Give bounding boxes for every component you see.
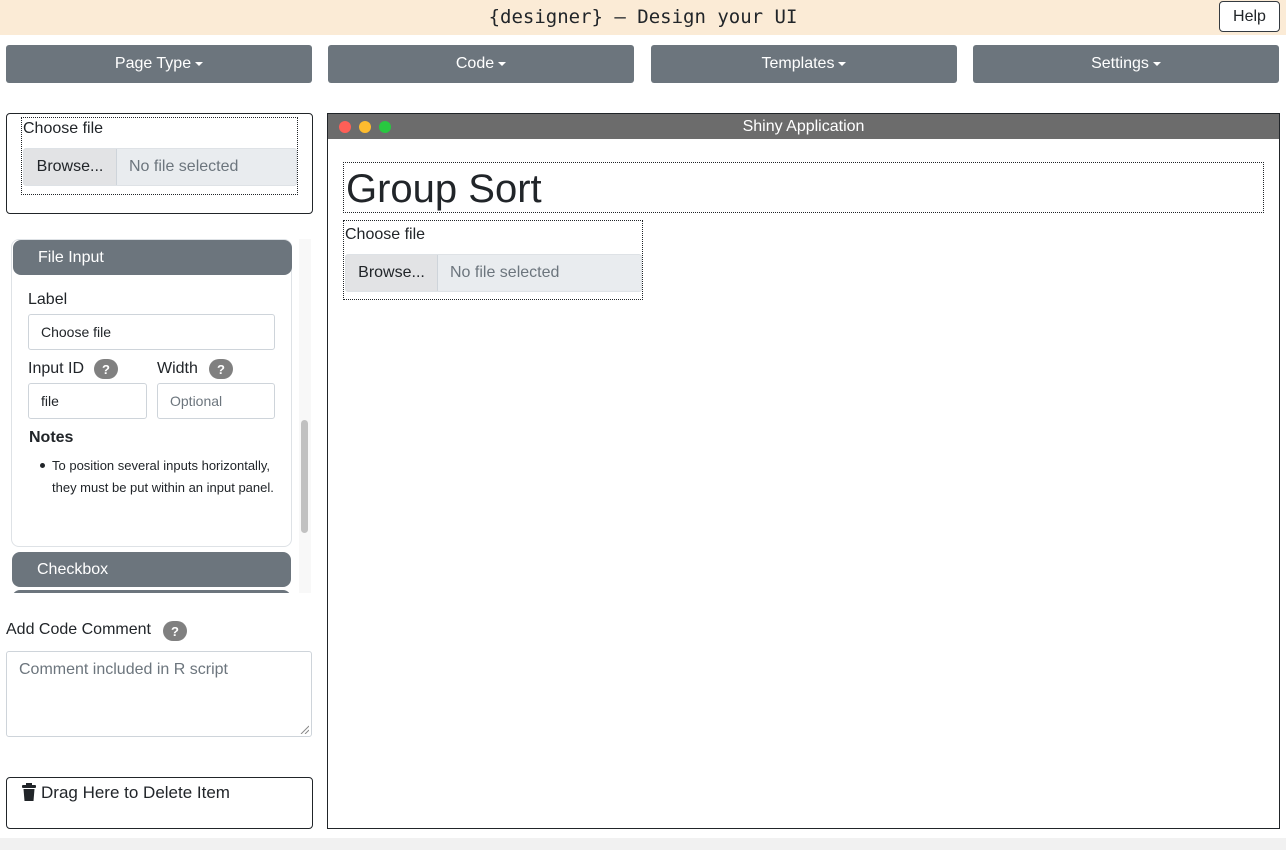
window-title: Shiny Application bbox=[742, 118, 865, 135]
code-comment-label: Add Code Comment bbox=[6, 621, 151, 639]
page-type-dropdown[interactable]: Page Type bbox=[6, 45, 312, 83]
draggable-file-input[interactable]: Choose file Browse... No file selected bbox=[21, 117, 298, 195]
component-preview: Choose file Browse... No file selected bbox=[6, 113, 313, 214]
code-comment-textarea[interactable]: Comment included in R script bbox=[6, 651, 312, 737]
app-file-input-control: Browse... No file selected bbox=[345, 254, 642, 292]
file-input-label: Choose file bbox=[23, 120, 104, 137]
app-file-input[interactable]: Choose file Browse... No file selected bbox=[343, 220, 643, 300]
file-input-control: Browse... No file selected bbox=[23, 148, 297, 186]
app-heading: Group Sort bbox=[346, 167, 542, 211]
settings-dropdown[interactable]: Settings bbox=[973, 45, 1279, 83]
help-button[interactable]: Help bbox=[1219, 1, 1280, 32]
file-input-header[interactable]: File Input bbox=[13, 240, 292, 275]
file-input-panel: File Input Label Choose file Input ID ? … bbox=[11, 239, 292, 547]
scrollbar-thumb[interactable] bbox=[301, 420, 308, 533]
code-comment-text: Add Code Comment bbox=[6, 621, 151, 638]
next-accordion-header[interactable] bbox=[12, 590, 291, 593]
input-id-label: Input ID bbox=[28, 360, 85, 377]
notes-list: To position several inputs horizontally,… bbox=[40, 455, 277, 498]
notes-title: Notes bbox=[29, 429, 74, 446]
code-dropdown[interactable]: Code bbox=[328, 45, 634, 83]
file-status: No file selected bbox=[129, 158, 239, 175]
bullet-icon bbox=[40, 463, 45, 468]
accordion-scrollbar[interactable] bbox=[299, 239, 311, 593]
app-preview-window: Shiny Application Group Sort Choose file… bbox=[327, 113, 1280, 829]
notes-item: To position several inputs horizontally,… bbox=[52, 458, 274, 495]
width-input[interactable]: Optional bbox=[157, 383, 275, 419]
app-browse-button[interactable]: Browse... bbox=[346, 255, 438, 291]
app-title: {designer} – Design your UI bbox=[488, 6, 798, 28]
settings-label: Settings bbox=[1091, 55, 1149, 72]
window-titlebar: Shiny Application bbox=[328, 114, 1279, 139]
label-field-label: Label bbox=[28, 291, 68, 308]
top-bar: {designer} – Design your UI Help bbox=[0, 0, 1286, 35]
caret-down-icon bbox=[1152, 62, 1161, 66]
caret-down-icon bbox=[195, 62, 204, 66]
caret-down-icon bbox=[838, 62, 847, 66]
question-icon[interactable]: ? bbox=[94, 359, 118, 379]
templates-dropdown[interactable]: Templates bbox=[651, 45, 957, 83]
question-icon[interactable]: ? bbox=[209, 359, 233, 379]
bottom-strip bbox=[0, 838, 1286, 850]
app-file-input-label: Choose file bbox=[345, 226, 426, 243]
question-icon[interactable]: ? bbox=[163, 621, 187, 641]
width-label: Width bbox=[157, 360, 198, 377]
code-label: Code bbox=[455, 55, 495, 72]
caret-down-icon bbox=[498, 62, 507, 66]
page-type-label: Page Type bbox=[114, 55, 192, 72]
code-comment-placeholder: Comment included in R script bbox=[19, 661, 228, 678]
resize-grip-icon[interactable] bbox=[299, 724, 309, 734]
checkbox-header[interactable]: Checkbox bbox=[12, 552, 291, 587]
input-id-input[interactable]: file bbox=[28, 383, 147, 419]
browse-button[interactable]: Browse... bbox=[24, 149, 117, 185]
label-input[interactable]: Choose file bbox=[28, 314, 275, 350]
templates-label: Templates bbox=[761, 55, 835, 72]
trash-icon bbox=[22, 783, 36, 801]
delete-zone-label: Drag Here to Delete Item bbox=[41, 783, 230, 802]
heading-element[interactable]: Group Sort bbox=[343, 162, 1264, 213]
app-file-status: No file selected bbox=[450, 264, 560, 281]
delete-drop-zone[interactable]: Drag Here to Delete Item bbox=[6, 777, 313, 829]
components-accordion: File Input Label Choose file Input ID ? … bbox=[11, 239, 292, 593]
